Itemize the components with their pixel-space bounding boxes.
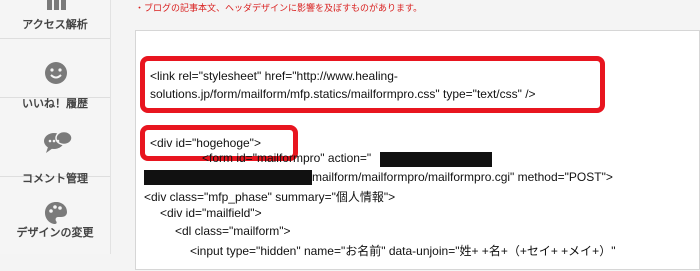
code-line: mailform/mailformpro/mailformpro.cgi" me…: [312, 170, 613, 184]
sidebar-item-label: コメント管理: [22, 172, 88, 185]
sidebar-item-comment-management[interactable]: コメント管理: [0, 118, 110, 185]
sidebar-item-design-change[interactable]: デザインの変更: [0, 190, 110, 248]
bar-chart-icon: [43, 0, 69, 12]
sidebar-item-access-analysis[interactable]: アクセス解析: [0, 0, 110, 39]
code-line: <div id="mailfield">: [160, 206, 262, 220]
smiley-icon: [43, 60, 69, 86]
sidebar-item-like-history[interactable]: いいね！履歴: [0, 39, 110, 110]
sidebar: アクセス解析 いいね！履歴 コメント管理 デザインの変更: [0, 0, 111, 254]
redacted-block: [144, 170, 312, 185]
speech-bubbles-icon: [43, 129, 73, 155]
highlight-box-link: [140, 56, 605, 113]
code-line: solutions.jp/form/mailform/mfp.statics/m…: [150, 87, 536, 101]
redacted-block: [380, 152, 492, 167]
code-line: <link rel="stylesheet" href="http://www.…: [150, 69, 398, 83]
notice-text: ・ブログの記事本文、ヘッダデザインに影響を及ぼすものがあります。: [135, 4, 423, 14]
sidebar-item-label: いいね！履歴: [22, 97, 88, 110]
code-line: <input type="hidden" name="お名前" data-unj…: [190, 244, 616, 258]
sidebar-item-label: アクセス解析: [22, 18, 88, 31]
code-line: <dl class="mailform">: [175, 224, 291, 238]
code-line: <div id="hogehoge">: [150, 136, 261, 150]
code-line: <div class="mfp_phase" summary="個人情報">: [144, 190, 396, 204]
main-content: ・ブログの記事本文、ヘッダデザインに影響を及ぼすものがあります。 <link r…: [111, 0, 700, 270]
palette-icon: [43, 200, 69, 226]
code-editor[interactable]: <link rel="stylesheet" href="http://www.…: [135, 30, 700, 270]
code-line: <form id="mailformpro" action=": [202, 151, 372, 165]
code-content: <link rel="stylesheet" href="http://www.…: [136, 31, 700, 271]
sidebar-item-label: デザインの変更: [16, 226, 94, 239]
